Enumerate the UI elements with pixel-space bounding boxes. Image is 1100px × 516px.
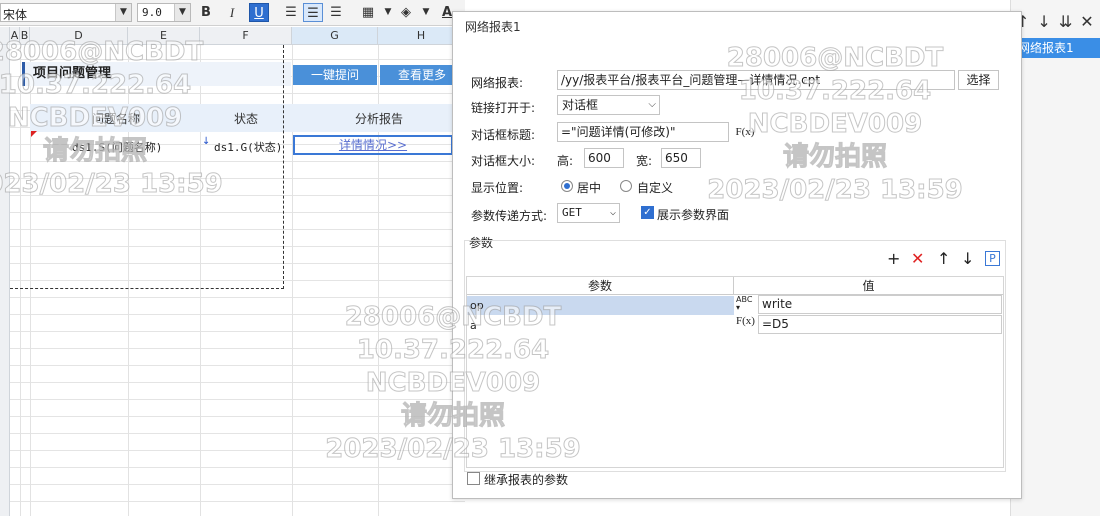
page-break-line (10, 288, 284, 289)
select-report-button[interactable]: 选择 (958, 70, 999, 90)
param-preset-icon[interactable]: P (985, 251, 1000, 266)
formula-status-cell[interactable]: ds1.G(状态) (214, 139, 282, 155)
italic-button[interactable]: I (222, 3, 242, 22)
inherit-params-label: 继承报表的参数 (484, 473, 569, 487)
param-method-label: 参数传递方式: (471, 209, 548, 223)
param-row-name[interactable]: a (467, 316, 734, 335)
radio-custom[interactable] (620, 180, 632, 192)
expand-down-icon: ↓ (202, 136, 211, 147)
font-family-value: 宋体 (3, 8, 28, 22)
chevron-down-icon[interactable]: ▼ (378, 3, 398, 22)
tools-icon[interactable]: ✕ (1080, 12, 1100, 31)
fill-color-icon[interactable]: ◈ (396, 3, 416, 22)
position-custom-label: 自定义 (637, 181, 674, 195)
align-center-icon[interactable]: ☰ (303, 3, 323, 22)
report-path-field[interactable]: /yy/报表平台/报表平台_问题管理—详情情况.cpt (557, 70, 955, 90)
bold-button[interactable]: B (196, 3, 216, 22)
report-label: 网络报表: (471, 76, 524, 90)
param-row-name[interactable]: op (467, 296, 734, 315)
param-method-select[interactable]: GET ⌵ (557, 203, 620, 223)
align-left-icon[interactable]: ☰ (281, 3, 301, 22)
params-header-param[interactable]: 参数 (467, 277, 734, 295)
font-size-select[interactable]: 9.0 ▼ (137, 3, 191, 22)
width-field[interactable]: 650 (661, 148, 701, 168)
font-size-value: 9.0 (142, 6, 162, 19)
width-label: 宽: (636, 154, 653, 168)
col-header-g[interactable]: G (292, 27, 378, 45)
dialog-title-label: 对话框标题: (471, 128, 536, 142)
hyperlink-panel (1010, 0, 1100, 516)
col-header-d[interactable]: D (30, 27, 128, 45)
height-field[interactable]: 600 (584, 148, 624, 168)
panel-toolbar: ↑↓⇊✕ (1016, 12, 1100, 31)
show-param-checkbox[interactable]: ✓ (641, 206, 654, 219)
dialog-size-label: 对话框大小: (471, 154, 536, 168)
chevron-down-icon[interactable]: ⌵ (610, 204, 616, 222)
add-icon[interactable]: + (887, 250, 900, 268)
header-problem-name[interactable]: 问题名称 (92, 110, 140, 127)
chevron-down-icon[interactable]: ⌵ (648, 96, 656, 114)
position-label: 显示位置: (471, 181, 524, 195)
col-header-a[interactable]: A (10, 27, 20, 45)
param-method-value: GET (562, 206, 582, 219)
height-label: 高: (557, 154, 574, 168)
move-up-icon[interactable]: ↑ (937, 250, 950, 268)
dialog-title-field[interactable]: ="问题详情(可修改)" (557, 122, 729, 142)
chevron-down-icon[interactable]: ▼ (174, 4, 190, 21)
param-value-field[interactable]: write (758, 295, 1002, 314)
move-down-icon[interactable]: ↓ (1037, 12, 1058, 31)
row-header-gutter[interactable] (0, 45, 10, 516)
open-in-value: 对话框 (562, 98, 599, 112)
position-center-label: 居中 (577, 181, 602, 195)
format-toolbar: 宋体 ▼ 9.0 ▼ B I U ☰ ☰ ☰ ▦ ▼ ◈ ▼ A (0, 0, 465, 26)
formula-fx-icon[interactable]: F(x) (734, 122, 756, 142)
col-header-b[interactable]: B (20, 27, 30, 45)
delete-icon[interactable]: ✕ (911, 250, 924, 268)
dialog-title: 网络报表1 (465, 20, 521, 34)
screen: 宋体 ▼ 9.0 ▼ B I U ☰ ☰ ☰ ▦ ▼ ◈ ▼ A A B D E… (0, 0, 1100, 516)
cell-marker-icon (31, 131, 37, 137)
open-in-label: 链接打开于: (471, 101, 536, 115)
move-down-icon[interactable]: ↓ (961, 250, 974, 268)
col-header-f[interactable]: F (200, 27, 292, 45)
abc-type-icon[interactable]: ABC ▾ (736, 296, 756, 312)
grid-line (20, 45, 21, 516)
corner-cell[interactable] (0, 27, 10, 45)
border-icon[interactable]: ▦ (358, 3, 378, 22)
hyperlink-list-item[interactable]: 网络报表1 (1010, 38, 1100, 58)
header-analysis-report[interactable]: 分析报告 (355, 110, 403, 127)
chevron-down-icon[interactable]: ▼ (115, 4, 131, 21)
radio-center[interactable] (561, 180, 573, 192)
underline-button[interactable]: U (249, 3, 269, 22)
show-param-label: 展示参数界面 (657, 208, 730, 222)
header-status[interactable]: 状态 (234, 110, 258, 127)
param-value-field[interactable]: =D5 (758, 315, 1002, 334)
align-right-icon[interactable]: ☰ (326, 3, 346, 22)
detail-link-cell[interactable]: 详情情况>> (293, 135, 453, 155)
col-header-e[interactable]: E (128, 27, 200, 45)
sheet-title-cell[interactable]: 项目问题管理 (22, 62, 291, 86)
formula-name-cell[interactable]: ds1.S(问题名称) (72, 139, 162, 155)
chevron-down-icon[interactable]: ▼ (416, 3, 436, 22)
fx-type-icon[interactable]: F(x) (736, 315, 755, 327)
submit-question-button[interactable]: 一键提问 (293, 65, 377, 85)
open-in-select[interactable]: 对话框 ⌵ (557, 95, 660, 115)
font-family-select[interactable]: 宋体 ▼ (0, 3, 132, 22)
move-bottom-icon[interactable]: ⇊ (1059, 12, 1080, 31)
page-break-line (283, 45, 284, 289)
params-header-value[interactable]: 值 (734, 277, 1003, 295)
inherit-params-checkbox[interactable] (467, 472, 480, 485)
